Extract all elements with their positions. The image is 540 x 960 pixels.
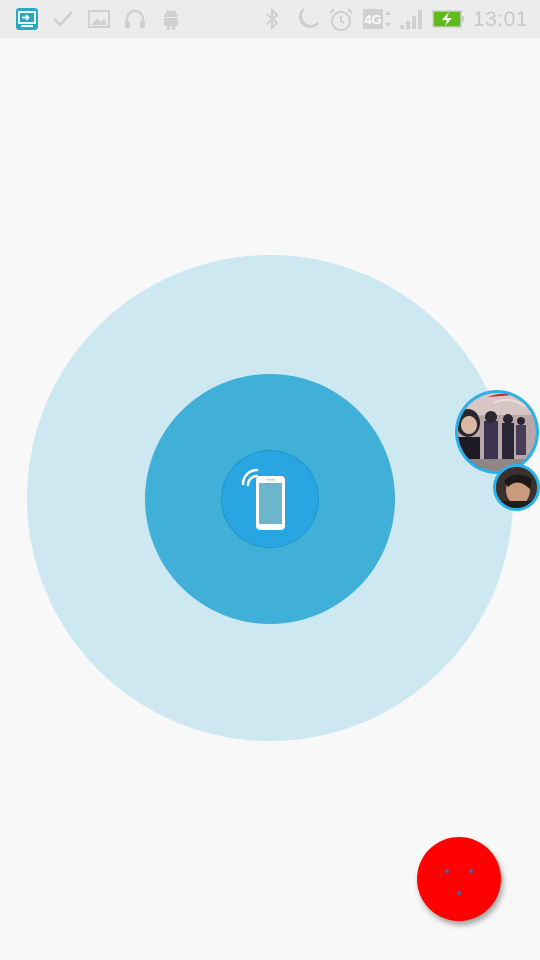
phone-broadcast-icon [241, 468, 285, 530]
network-label: 4G [364, 12, 381, 27]
fab-dot [469, 869, 473, 873]
user-avatar-1[interactable] [455, 390, 539, 474]
fab-dot [457, 891, 461, 895]
signal-icon [398, 7, 426, 31]
headset-icon [123, 7, 147, 31]
floating-action-button[interactable] [417, 837, 501, 921]
battery-charging-icon [432, 7, 466, 31]
image-icon [87, 7, 111, 31]
network-4g-icon: 4G [362, 7, 396, 31]
android-icon [159, 7, 183, 31]
status-time: 13:01 [472, 8, 528, 31]
user-avatar-2[interactable] [493, 464, 540, 511]
fab-dot [445, 869, 449, 873]
bluetooth-icon [260, 7, 284, 31]
alarm-icon [328, 7, 353, 31]
scan-phone-button[interactable] [221, 450, 319, 548]
status-bar: 4G 13:01 [0, 0, 540, 38]
screencast-icon [15, 7, 39, 31]
avatar-photo-1 [458, 393, 536, 471]
moon-icon [294, 7, 319, 31]
check-icon [51, 7, 75, 31]
avatar-photo-2 [496, 467, 537, 508]
app-screen: 4G 13:01 [0, 0, 540, 960]
